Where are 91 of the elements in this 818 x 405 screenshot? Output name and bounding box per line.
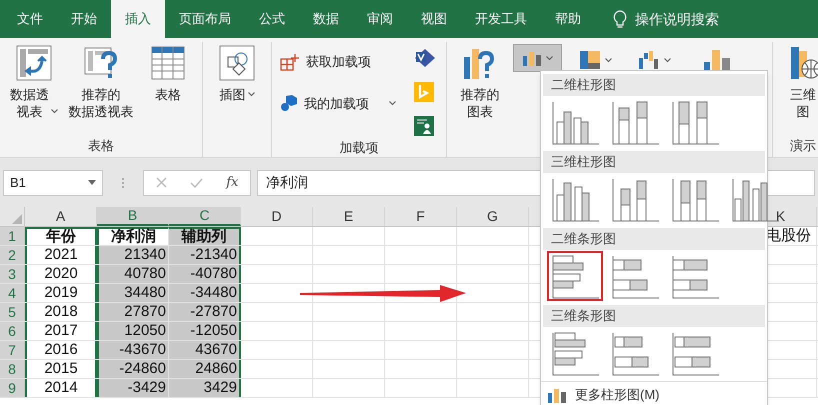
grip-icon bbox=[121, 176, 125, 190]
row-header[interactable]: 9 bbox=[0, 379, 25, 397]
table-cell: 24860 bbox=[169, 360, 241, 378]
menu-section-title: 三维柱形图 bbox=[543, 151, 765, 173]
table-cell: -34480 bbox=[169, 284, 241, 302]
group-label: 加载项 bbox=[338, 139, 380, 157]
column-chart-icon bbox=[522, 50, 542, 66]
menu-section-title: 二维柱形图 bbox=[543, 74, 765, 96]
table-cell: 12050 bbox=[97, 322, 169, 340]
table-cell: 年份 bbox=[25, 227, 97, 245]
recommended-charts-button[interactable]: 推荐的 图表 bbox=[455, 42, 505, 122]
row-header[interactable]: 7 bbox=[0, 341, 25, 359]
column-header[interactable]: D bbox=[241, 207, 313, 226]
b-logo-icon bbox=[414, 82, 434, 102]
table-cell: -24860 bbox=[97, 360, 169, 378]
more-charts-item[interactable]: 更多柱形图(M) bbox=[541, 381, 767, 404]
button-label-line: 图 bbox=[796, 103, 810, 120]
column-header[interactable]: G bbox=[457, 207, 529, 226]
button-label-line: 插图 bbox=[220, 86, 246, 103]
table-cell: 40780 bbox=[97, 265, 169, 283]
table-button[interactable]: 表格 bbox=[142, 42, 194, 105]
shapes-icon bbox=[219, 45, 255, 81]
map3d-button[interactable]: 三维 图 bbox=[781, 42, 818, 122]
table-cell: 34480 bbox=[97, 284, 169, 302]
column-header[interactable]: E bbox=[313, 207, 385, 226]
button-label-line: 表格 bbox=[155, 86, 181, 103]
row-header[interactable]: 1 bbox=[0, 227, 25, 245]
diamond-app-icon bbox=[414, 48, 436, 68]
button-label-line: 视表 bbox=[16, 103, 42, 120]
table-cell: -3429 bbox=[97, 379, 169, 397]
lightbulb-icon bbox=[613, 10, 627, 28]
column-header[interactable]: F bbox=[385, 207, 457, 226]
column-chart-icon bbox=[547, 386, 567, 403]
ribbon-tab[interactable]: 开始 bbox=[57, 0, 111, 38]
ribbon-tab[interactable]: 文件 bbox=[3, 0, 57, 38]
row-header[interactable]: 6 bbox=[0, 322, 25, 340]
ribbon-tab[interactable]: 页面布局 bbox=[165, 0, 245, 38]
recommended-pivot-button[interactable]: 推荐的 数据透视表 bbox=[62, 42, 140, 122]
button-label-line: 推荐的 bbox=[460, 86, 500, 103]
table-cell: 21340 bbox=[97, 246, 169, 264]
ribbon-tab[interactable]: 开发工具 bbox=[461, 0, 541, 38]
person-board-icon bbox=[414, 116, 434, 136]
button-label-line: 推荐的 bbox=[82, 86, 120, 103]
check-icon[interactable] bbox=[190, 178, 203, 188]
cubes-icon bbox=[280, 94, 298, 112]
search-prompt[interactable]: 操作说明搜索 bbox=[635, 8, 719, 30]
column-header[interactable]: C bbox=[169, 207, 241, 226]
ribbon-tab[interactable]: 数据 bbox=[299, 0, 353, 38]
table-cell: -43670 bbox=[97, 341, 169, 359]
table-cell: 3429 bbox=[169, 379, 241, 397]
table-cell: 27870 bbox=[97, 303, 169, 321]
dropdown-icon bbox=[88, 180, 96, 185]
chart-type-option[interactable] bbox=[547, 251, 603, 301]
row-header[interactable]: 3 bbox=[0, 265, 25, 283]
pivot-help-icon bbox=[83, 45, 119, 81]
waterfall-chart-icon bbox=[638, 50, 660, 70]
my-addins-button[interactable]: 我的加载项 bbox=[280, 94, 398, 113]
table-cell: 辅助列 bbox=[169, 227, 241, 245]
table-cell: -27870 bbox=[169, 303, 241, 321]
pivot-table-icon bbox=[16, 45, 52, 81]
button-label-line: 数据透视表 bbox=[68, 103, 134, 120]
row-header[interactable]: 5 bbox=[0, 303, 25, 321]
button-label-line: 图表 bbox=[467, 103, 493, 120]
group-label: 演示 bbox=[789, 136, 817, 154]
name-box[interactable]: B1 bbox=[3, 170, 103, 196]
table-cell: 43670 bbox=[169, 341, 241, 359]
add-grid-icon bbox=[280, 52, 300, 71]
ribbon-tab[interactable]: 视图 bbox=[407, 0, 461, 38]
table-cell: -21340 bbox=[169, 246, 241, 264]
column-header[interactable]: B bbox=[97, 207, 169, 226]
row-header[interactable]: 4 bbox=[0, 284, 25, 302]
menu-section-title: 三维条形图 bbox=[543, 305, 765, 327]
button-label-line: 三维 bbox=[790, 86, 816, 103]
button-label-line: 数据透 bbox=[10, 86, 49, 103]
menu-section-title: 二维条形图 bbox=[543, 228, 765, 250]
hierarchy-chart-icon bbox=[579, 50, 601, 70]
ribbon-tab[interactable]: 公式 bbox=[245, 0, 299, 38]
row-header[interactable]: 8 bbox=[0, 360, 25, 378]
group-label: 表格 bbox=[87, 136, 115, 154]
table-cell: -12050 bbox=[169, 322, 241, 340]
row-header[interactable]: 2 bbox=[0, 246, 25, 264]
get-addins-button[interactable]: 获取加载项 bbox=[280, 52, 398, 72]
ribbon-tab[interactable]: 帮助 bbox=[541, 0, 595, 38]
ribbon-tab[interactable]: 审阅 bbox=[353, 0, 407, 38]
table-cell: -40780 bbox=[169, 265, 241, 283]
insert-function-button[interactable]: fx bbox=[226, 172, 238, 192]
column-chart-button[interactable] bbox=[513, 44, 562, 72]
pivot-table-button[interactable]: 数据透 视表 bbox=[8, 42, 60, 122]
ribbon-tab[interactable]: 插入 bbox=[111, 0, 165, 38]
table-icon bbox=[150, 45, 186, 81]
illustrations-button[interactable]: 插图 bbox=[211, 42, 263, 105]
